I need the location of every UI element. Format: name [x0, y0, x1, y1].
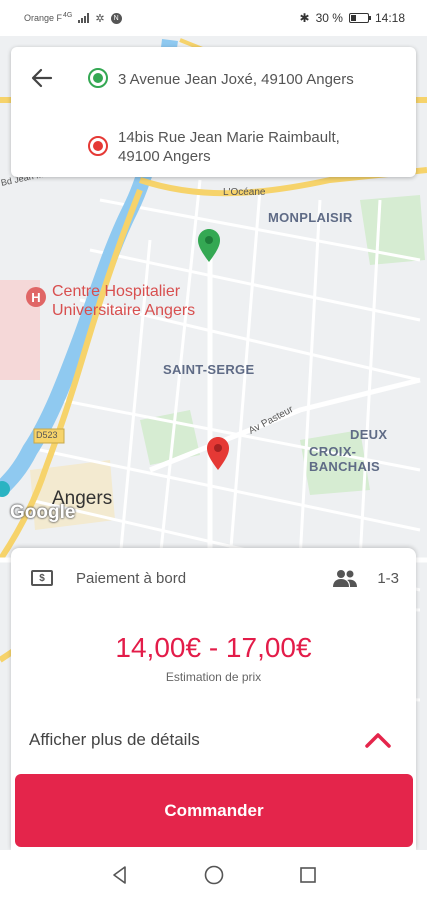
- back-button[interactable]: [28, 64, 56, 92]
- road-shield-label: D523: [36, 430, 58, 440]
- system-nav-bar: [0, 850, 427, 900]
- nav-back-button[interactable]: [105, 860, 135, 890]
- district-label: DEUX: [350, 427, 388, 442]
- nav-recents-icon: [299, 867, 316, 883]
- battery-icon: [348, 13, 371, 23]
- data-icon: ✲: [95, 12, 105, 25]
- road-label: L'Océane: [223, 187, 266, 198]
- svg-text:H: H: [31, 290, 40, 305]
- battery-percent: 30 %: [315, 11, 343, 25]
- carrier-name: Orange F: [24, 13, 63, 23]
- nav-home-icon: [204, 865, 223, 885]
- nfc-icon: N: [110, 12, 122, 24]
- price-caption: Estimation de prix: [165, 670, 262, 684]
- cash-icon: $: [31, 570, 53, 586]
- status-right: ✱ 30 % 14:18: [300, 11, 405, 25]
- back-arrow-icon: [31, 68, 53, 88]
- nav-back-icon: [112, 866, 126, 884]
- nav-home-button[interactable]: [199, 860, 229, 890]
- district-label: SAINT-SERGE: [163, 362, 255, 377]
- hospital-icon: H: [26, 287, 46, 307]
- order-button[interactable]: Commander: [15, 774, 413, 847]
- nav-recents-button[interactable]: [293, 860, 323, 890]
- bluetooth-icon: ✱: [299, 11, 310, 25]
- clock: 14:18: [374, 11, 405, 25]
- google-logo: Google: [10, 502, 76, 523]
- signal-icon: [78, 13, 90, 23]
- network-type: 4G: [63, 11, 73, 19]
- people-icon: [333, 570, 358, 587]
- origin-dot-icon: [88, 68, 108, 88]
- origin-address: 3 Avenue Jean Joxé, 49100 Angers: [118, 71, 354, 88]
- chevron-up-icon[interactable]: [363, 728, 393, 752]
- poi-label-line2: Universitaire Angers: [52, 302, 196, 319]
- poi-label-line1: Centre Hospitalier: [52, 283, 181, 300]
- destination-address-line2: 49100 Angers: [118, 148, 211, 165]
- district-label: MONPLAISIR: [268, 210, 353, 225]
- price-estimate: 14,00€ - 17,00€: [115, 632, 312, 663]
- payment-row: $ Paiement à bord 1-3: [31, 568, 399, 588]
- destination-dot-icon: [88, 136, 108, 156]
- destination-address: 14bis Rue Jean Marie Raimbault, 49100 An…: [118, 128, 340, 166]
- destination-address-row[interactable]: 14bis Rue Jean Marie Raimbault, 49100 An…: [88, 128, 340, 166]
- origin-address-row[interactable]: 3 Avenue Jean Joxé, 49100 Angers: [88, 68, 354, 89]
- destination-address-line1: 14bis Rue Jean Marie Raimbault,: [118, 129, 340, 146]
- passenger-count: 1-3: [377, 569, 399, 587]
- district-label: CROIX-BANCHAIS: [309, 444, 381, 474]
- status-left: Orange F 4G ✲ N: [24, 12, 122, 25]
- status-bar: Orange F 4G ✲ N ✱ 30 % 14:18: [0, 0, 427, 36]
- show-details-toggle[interactable]: Afficher plus de détails: [29, 730, 200, 750]
- payment-label: Paiement à bord: [76, 569, 187, 587]
